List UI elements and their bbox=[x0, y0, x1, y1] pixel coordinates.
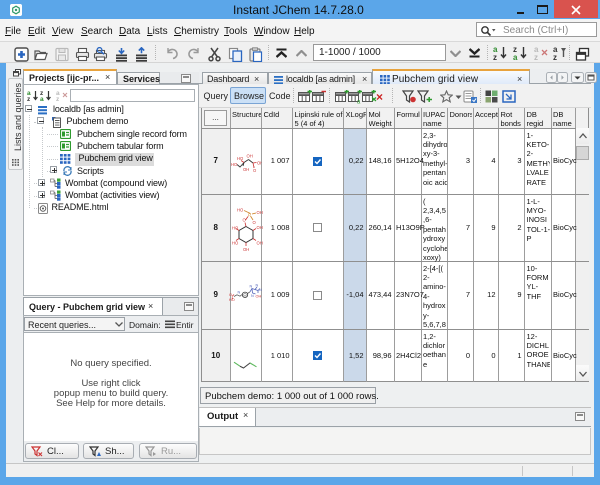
svg-text:OH: OH bbox=[257, 225, 263, 230]
svg-text:N: N bbox=[259, 288, 262, 292]
svg-text:OH: OH bbox=[257, 210, 263, 215]
svg-text:N: N bbox=[251, 294, 254, 298]
svg-text:z: z bbox=[534, 53, 538, 61]
svg-text:HO: HO bbox=[231, 162, 238, 167]
svg-text:a: a bbox=[513, 53, 518, 61]
svg-text:HO: HO bbox=[232, 241, 239, 246]
svg-text:HO: HO bbox=[237, 156, 244, 161]
svg-text:N: N bbox=[250, 285, 253, 289]
svg-text:O: O bbox=[229, 293, 232, 297]
svg-text:a: a bbox=[40, 96, 44, 102]
svg-text:N: N bbox=[256, 284, 259, 288]
svg-text:OH: OH bbox=[257, 241, 263, 246]
svg-text:OH: OH bbox=[243, 247, 249, 252]
svg-text:P: P bbox=[248, 213, 251, 219]
svg-text:HO: HO bbox=[232, 226, 239, 231]
svg-text:O: O bbox=[253, 168, 257, 173]
svg-text:a: a bbox=[357, 99, 361, 104]
svg-text:HO: HO bbox=[237, 208, 244, 213]
svg-text:OH: OH bbox=[247, 154, 253, 159]
svg-text:OH: OH bbox=[256, 295, 262, 299]
svg-text:HO: HO bbox=[229, 298, 235, 302]
svg-text:z: z bbox=[493, 53, 497, 61]
svg-text:N: N bbox=[238, 291, 241, 295]
svg-text:OH: OH bbox=[257, 161, 262, 166]
svg-text:z: z bbox=[553, 53, 557, 61]
svg-text:OH: OH bbox=[243, 167, 249, 172]
